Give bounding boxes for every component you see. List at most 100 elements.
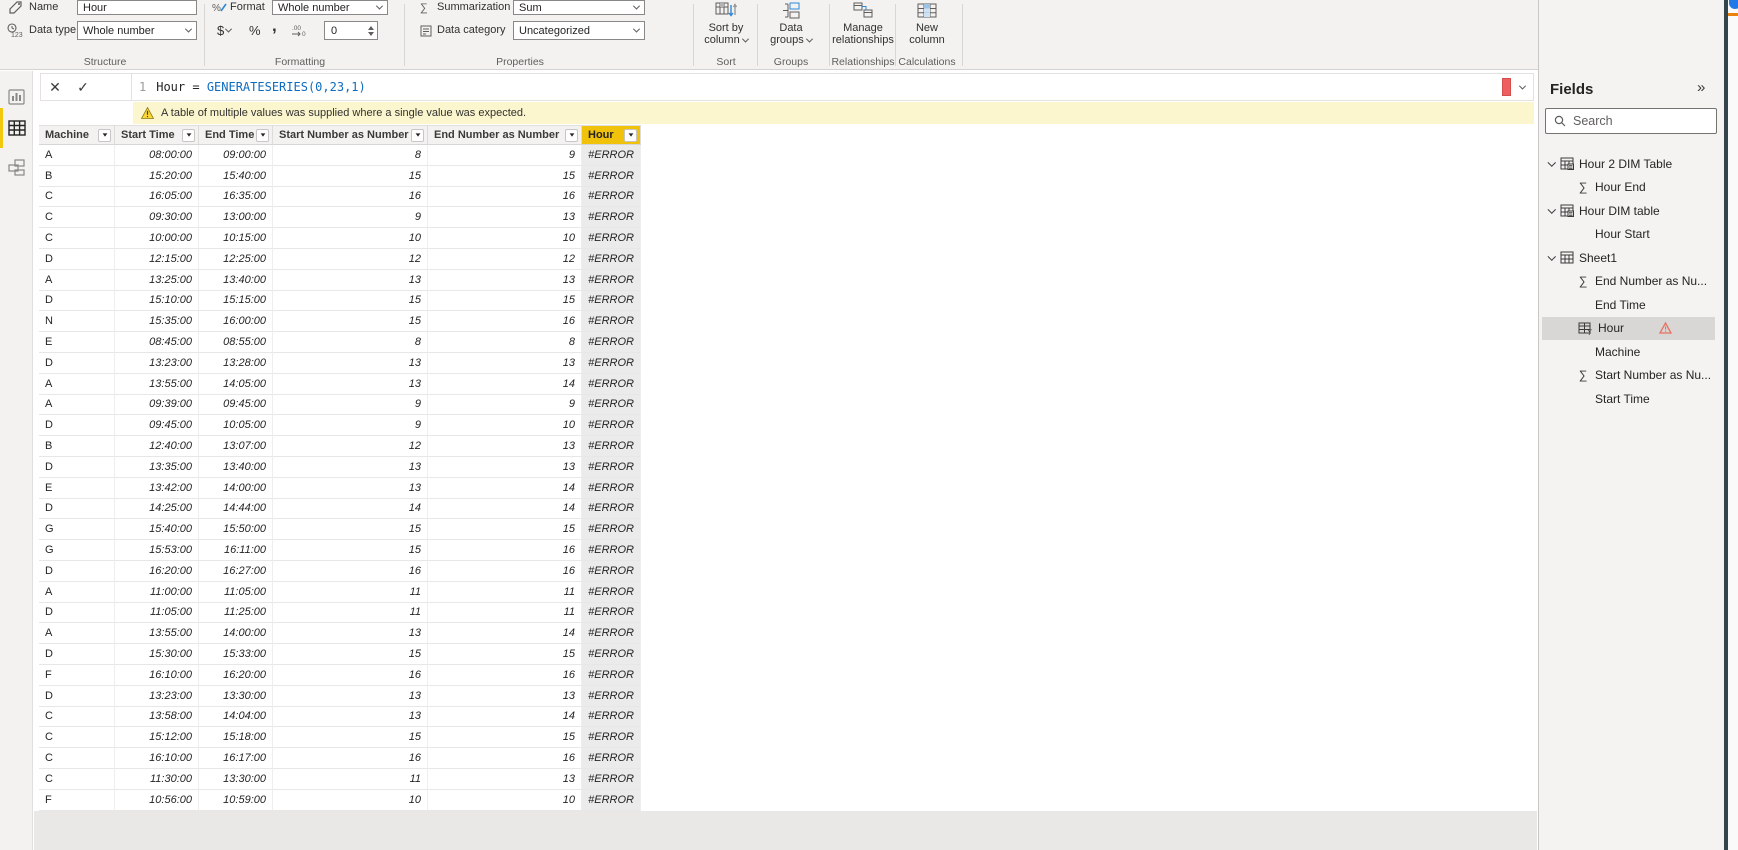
column-header-end-time[interactable]: End Time [199, 125, 273, 145]
field-item-hour-start[interactable]: Hour Start [1539, 223, 1725, 247]
table-row[interactable]: B 12:40:00 13:07:00 12 13 #ERROR [39, 436, 641, 457]
cell-start-time: 09:45:00 [115, 415, 199, 437]
table-row[interactable]: D 15:10:00 15:15:00 15 15 #ERROR [39, 290, 641, 312]
field-item-start-number-as-nu[interactable]: ∑ Start Number as Nu... [1539, 364, 1725, 388]
percent-format-button[interactable]: % [246, 21, 264, 39]
column-filter-button[interactable] [411, 128, 424, 142]
field-item-hour-dim-table[interactable]: Hour DIM table [1539, 199, 1725, 223]
field-item-hour-2-dim-table[interactable]: Hour 2 DIM Table [1539, 152, 1725, 176]
column-filter-button[interactable] [256, 128, 269, 142]
table-row[interactable]: C 13:58:00 14:04:00 13 14 #ERROR [39, 706, 641, 728]
cell-start-time: 15:20:00 [115, 165, 199, 187]
cell-end-time: 16:00:00 [199, 311, 273, 333]
commit-formula-button[interactable]: ✓ [69, 75, 97, 99]
table-row[interactable]: A 09:39:00 09:45:00 9 9 #ERROR [39, 394, 641, 416]
table-row[interactable]: C 16:05:00 16:35:00 16 16 #ERROR [39, 186, 641, 208]
cancel-formula-button[interactable]: ✕ [41, 75, 69, 99]
model-view-button[interactable] [0, 149, 33, 185]
decimal-places-icon[interactable]: .00 0 [287, 21, 311, 39]
table-row[interactable]: D 13:35:00 13:40:00 13 13 #ERROR [39, 456, 641, 478]
table-row[interactable]: E 13:42:00 14:00:00 13 14 #ERROR [39, 477, 641, 499]
collapse-fields-pane-button[interactable]: » [1697, 79, 1705, 96]
manage-relationships-button[interactable]: Manage relationships [831, 2, 895, 52]
field-item-machine[interactable]: Machine [1539, 340, 1725, 364]
column-filter-button[interactable] [182, 128, 195, 142]
expander-chevron-icon[interactable] [1546, 158, 1558, 167]
table-row[interactable]: D 15:30:00 15:33:00 15 15 #ERROR [39, 644, 641, 665]
stepper-down-icon[interactable] [368, 31, 374, 36]
data-view-button[interactable] [0, 110, 33, 146]
currency-format-button[interactable]: $ [214, 21, 234, 39]
sort-by-column-button[interactable]: Sort by column [699, 2, 753, 52]
column-header-hour[interactable]: Hour [582, 125, 641, 145]
new-column-button[interactable]: New column [899, 2, 955, 52]
table-row[interactable]: A 08:00:00 09:00:00 8 9 #ERROR [39, 145, 641, 166]
cell-start-time: 13:25:00 [115, 269, 199, 291]
table-row[interactable]: A 13:55:00 14:05:00 13 14 #ERROR [39, 373, 641, 395]
thousands-separator-button[interactable]: , [269, 16, 280, 39]
cell-start-number-as-number: 13 [273, 269, 428, 291]
chevron-down-icon [375, 2, 384, 10]
cell-machine: D [39, 685, 115, 707]
summarization-select[interactable]: Sum [513, 0, 645, 15]
column-header-start-time[interactable]: Start Time [115, 125, 199, 145]
decimal-places-stepper[interactable]: 0 [324, 21, 378, 40]
table-row[interactable]: A 13:55:00 14:00:00 13 14 #ERROR [39, 623, 641, 645]
column-filter-button[interactable] [565, 128, 578, 142]
table-row[interactable]: D 11:05:00 11:25:00 11 11 #ERROR [39, 602, 641, 624]
table-row[interactable]: C 15:12:00 15:18:00 15 15 #ERROR [39, 727, 641, 749]
field-item-end-time[interactable]: End Time [1539, 293, 1725, 317]
field-item-start-time[interactable]: Start Time [1539, 387, 1725, 411]
table-row[interactable]: G 15:40:00 15:50:00 15 15 #ERROR [39, 519, 641, 541]
table-row[interactable]: F 16:10:00 16:20:00 16 16 #ERROR [39, 664, 641, 686]
sigma-icon: ∑ [1578, 180, 1588, 195]
table-row[interactable]: D 14:25:00 14:44:00 14 14 #ERROR [39, 498, 641, 520]
table-row[interactable]: D 09:45:00 10:05:00 9 10 #ERROR [39, 415, 641, 437]
expand-formula-bar-button[interactable] [1511, 82, 1533, 90]
field-item-hour-end[interactable]: ∑ Hour End [1539, 176, 1725, 200]
format-select[interactable]: Whole number [272, 0, 388, 15]
dax-expression[interactable]: 1 Hour = GENERATESERIES(0,23,1) [139, 80, 366, 94]
data-category-select[interactable]: Uncategorized [513, 21, 645, 40]
cell-hour: #ERROR [582, 415, 641, 437]
cell-start-time: 13:55:00 [115, 373, 199, 395]
table-row[interactable]: E 08:45:00 08:55:00 8 8 #ERROR [39, 332, 641, 353]
structure-group-label: Structure [83, 56, 127, 68]
search-placeholder: Search [1573, 114, 1613, 128]
cell-start-number-as-number: 14 [273, 498, 428, 520]
stepper-up-icon[interactable] [368, 25, 374, 30]
table-row[interactable]: N 15:35:00 16:00:00 15 16 #ERROR [39, 311, 641, 333]
table-row[interactable]: C 09:30:00 13:00:00 9 13 #ERROR [39, 207, 641, 229]
field-item-hour[interactable]: ∑ Hour [1542, 316, 1715, 340]
table-row[interactable]: A 11:00:00 11:05:00 11 11 #ERROR [39, 581, 641, 603]
table-row[interactable]: D 12:15:00 12:25:00 12 12 #ERROR [39, 248, 641, 270]
column-filter-button[interactable] [624, 128, 637, 142]
expander-chevron-icon[interactable] [1546, 252, 1558, 261]
table-row[interactable]: G 15:53:00 16:11:00 15 16 #ERROR [39, 540, 641, 561]
table-row[interactable]: F 10:56:00 10:59:00 10 10 #ERROR [39, 789, 641, 811]
cell-end-time: 10:15:00 [199, 228, 273, 249]
table-row[interactable]: D 13:23:00 13:30:00 13 13 #ERROR [39, 685, 641, 707]
ribbon-separator [404, 4, 405, 66]
table-row[interactable]: C 10:00:00 10:15:00 10 10 #ERROR [39, 228, 641, 249]
column-header-end-number-as-number[interactable]: End Number as Number [428, 125, 582, 145]
name-input[interactable]: Hour [77, 0, 197, 15]
table-row[interactable]: B 15:20:00 15:40:00 15 15 #ERROR [39, 165, 641, 187]
column-header-start-number-as-number[interactable]: Start Number as Number [273, 125, 428, 145]
field-item-sheet1[interactable]: Sheet1 [1539, 246, 1725, 270]
column-header-machine[interactable]: Machine [39, 125, 115, 145]
table-row[interactable]: D 13:23:00 13:28:00 13 13 #ERROR [39, 352, 641, 374]
fields-search-box[interactable]: Search [1545, 108, 1717, 134]
table-row[interactable]: A 13:25:00 13:40:00 13 13 #ERROR [39, 269, 641, 291]
table-row[interactable]: D 16:20:00 16:27:00 16 16 #ERROR [39, 560, 641, 582]
data-type-select[interactable]: Whole number [77, 21, 197, 40]
cell-start-time: 13:55:00 [115, 623, 199, 645]
expander-chevron-icon[interactable] [1546, 205, 1558, 214]
table-row[interactable]: C 16:10:00 16:17:00 16 16 #ERROR [39, 748, 641, 769]
column-filter-button[interactable] [98, 128, 111, 142]
table-row[interactable]: C 11:30:00 13:30:00 11 13 #ERROR [39, 768, 641, 790]
formula-bar[interactable]: ✕ ✓ 1 Hour = GENERATESERIES(0,23,1) [40, 73, 1534, 101]
data-groups-button[interactable]: Data groups [761, 2, 821, 52]
cell-end-number-as-number: 11 [428, 581, 582, 603]
field-item-end-number-as-nu[interactable]: ∑ End Number as Nu... [1539, 270, 1725, 294]
